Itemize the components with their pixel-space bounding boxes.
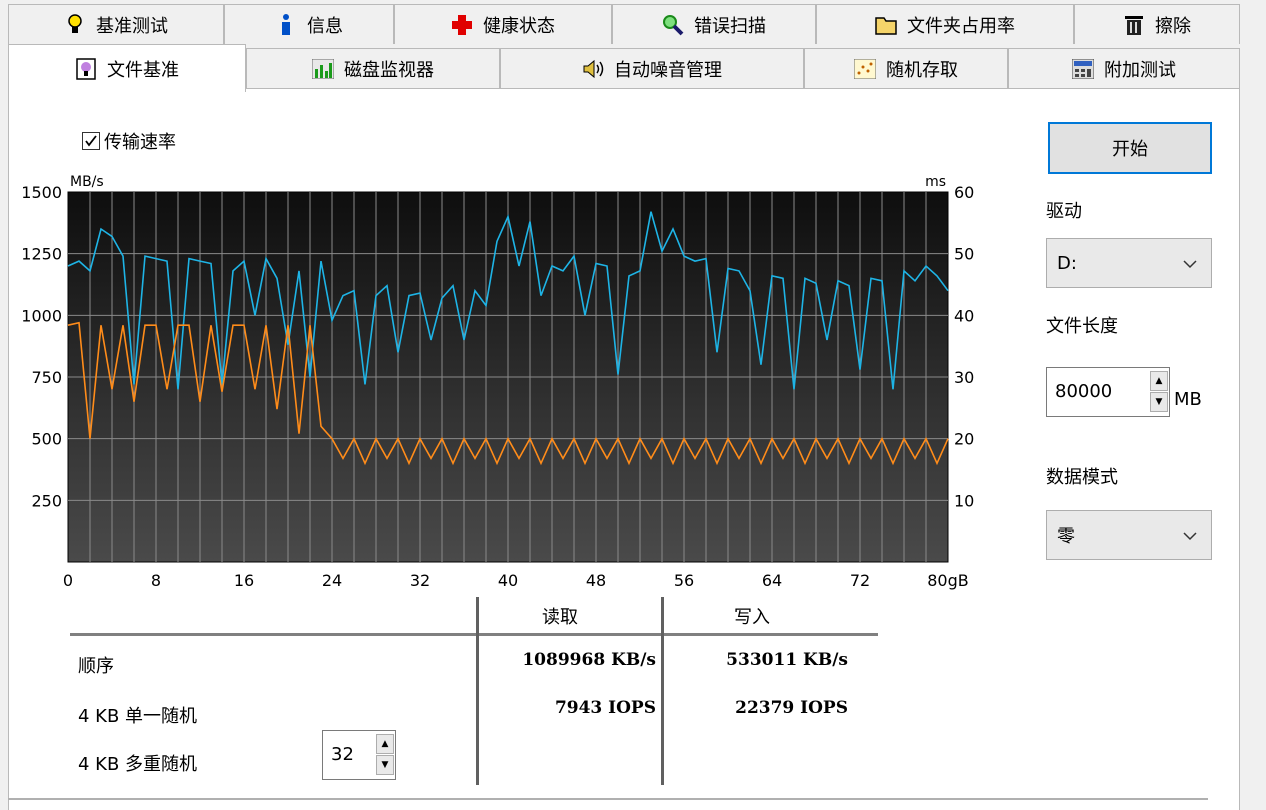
file-length-spinner[interactable]: 80000 ▲ ▼	[1046, 367, 1170, 417]
y-right-tick-label: 40	[954, 306, 974, 325]
tab-error-scan-label: 错误扫描	[694, 15, 766, 37]
row-sequential-write: 533011 KB/s	[726, 650, 848, 670]
file-length-unit: MB	[1174, 389, 1202, 410]
magnifier-icon	[662, 14, 684, 36]
speaker-icon	[582, 58, 604, 80]
row-4k-single-label: 4 KB 单一随机	[78, 706, 198, 727]
tab-random-access[interactable]: 随机存取	[804, 48, 1008, 88]
file-length-value: 80000	[1055, 381, 1113, 402]
tab-noise-management[interactable]: 自动噪音管理	[500, 48, 804, 88]
file-benchmark-icon	[75, 57, 97, 80]
data-mode-value: 零	[1057, 526, 1075, 547]
chevron-down-icon	[1183, 525, 1197, 546]
start-button[interactable]: 开始	[1048, 122, 1212, 174]
arrow-down-icon: ▼	[1155, 397, 1163, 407]
table-header-line	[70, 633, 878, 636]
x-tick-label: 64	[762, 571, 782, 590]
x-tick-label: 24	[322, 571, 342, 590]
tab-disk-monitor[interactable]: 磁盘监视器	[246, 48, 500, 88]
tab-benchmark[interactable]: 基准测试	[8, 4, 224, 44]
row-4k-single-write: 22379 IOPS	[735, 698, 848, 718]
write-column-header: 写入	[734, 607, 770, 628]
tab-erase-label: 擦除	[1155, 15, 1191, 37]
table-divider-1	[476, 597, 479, 785]
tab-folder-usage[interactable]: 文件夹占用率	[816, 4, 1074, 44]
tab-file-benchmark[interactable]: 文件基准	[8, 44, 246, 92]
tab-folder-usage-label: 文件夹占用率	[907, 15, 1015, 37]
file-length-label: 文件长度	[1046, 316, 1118, 337]
tab-health[interactable]: 健康状态	[394, 4, 612, 44]
queue-depth-up-button[interactable]: ▲	[376, 734, 394, 754]
lightbulb-icon	[64, 13, 86, 36]
data-mode-label: 数据模式	[1046, 467, 1118, 488]
arrow-down-icon: ▼	[381, 760, 389, 770]
arrow-up-icon: ▲	[381, 739, 389, 749]
read-column-header: 读取	[542, 607, 578, 628]
y-left-tick-label: 1250	[21, 245, 62, 264]
row-4k-single-read: 7943 IOPS	[554, 698, 656, 718]
tab-error-scan[interactable]: 错误扫描	[612, 4, 816, 44]
tab-info[interactable]: 信息	[224, 4, 394, 44]
table-divider-2	[661, 597, 664, 785]
chevron-down-icon	[1183, 253, 1197, 274]
file-length-up-button[interactable]: ▲	[1150, 371, 1168, 391]
tab-benchmark-label: 基准测试	[96, 15, 168, 37]
drive-value: D:	[1057, 252, 1077, 274]
x-tick-label: 8	[151, 571, 161, 590]
y-right-tick-label: 10	[954, 491, 974, 510]
calculator-icon	[1072, 58, 1094, 80]
queue-depth-down-button[interactable]: ▼	[376, 755, 394, 775]
data-mode-select[interactable]: 零	[1046, 510, 1212, 560]
x-tick-label: 16	[234, 571, 254, 590]
y-left-tick-label: 1500	[21, 183, 62, 202]
tab-noise-management-label: 自动噪音管理	[614, 59, 722, 81]
trash-icon	[1123, 14, 1145, 36]
queue-depth-spinner[interactable]: 32 ▲ ▼	[322, 730, 396, 780]
x-tick-label: 80gB	[927, 571, 969, 590]
y-left-tick-label: 250	[31, 491, 62, 510]
transfer-rate-chart: 1500 1250 1000 750 500 250 60 50 40 30 20 10 MB/s ms 0…	[21, 174, 974, 590]
y-left-tick-label: 750	[31, 368, 62, 387]
transfer-rate-checkbox[interactable]: 传输速率	[82, 128, 176, 154]
y-right-tick-label: 20	[954, 430, 974, 449]
transfer-rate-label: 传输速率	[104, 132, 176, 153]
folder-icon	[875, 14, 897, 36]
drive-select[interactable]: D:	[1046, 238, 1212, 288]
y-right-tick-label: 60	[954, 183, 974, 202]
tab-health-label: 健康状态	[483, 15, 555, 37]
tab-file-benchmark-label: 文件基准	[107, 59, 179, 81]
file-length-down-button[interactable]: ▼	[1150, 392, 1168, 412]
tab-erase[interactable]: 擦除	[1074, 4, 1240, 44]
x-tick-label: 56	[674, 571, 694, 590]
y-right-tick-label: 30	[954, 368, 974, 387]
tab-disk-monitor-label: 磁盘监视器	[344, 59, 434, 81]
tab-extra-tests[interactable]: 附加测试	[1008, 48, 1240, 88]
bar-chart-icon	[312, 58, 334, 80]
drive-label: 驱动	[1046, 201, 1082, 222]
row-sequential-read: 1089968 KB/s	[522, 650, 656, 670]
y-left-axis-label: MB/s	[70, 174, 104, 190]
scatter-icon	[854, 58, 876, 80]
y-right-axis-label: ms	[925, 174, 946, 190]
info-icon	[275, 13, 297, 36]
tab-random-access-label: 随机存取	[886, 59, 958, 81]
x-tick-label: 48	[586, 571, 606, 590]
red-cross-icon	[451, 14, 473, 36]
row-sequential-label: 顺序	[78, 656, 114, 677]
bottom-separator	[8, 798, 1208, 800]
tab-extra-tests-label: 附加测试	[1104, 59, 1176, 81]
x-tick-label: 0	[63, 571, 73, 590]
queue-depth-value: 32	[331, 744, 354, 765]
checkbox-checked-icon	[82, 132, 100, 150]
arrow-up-icon: ▲	[1155, 376, 1163, 386]
y-right-tick-label: 50	[954, 245, 974, 264]
y-left-tick-label: 1000	[21, 306, 62, 325]
x-tick-label: 40	[498, 571, 518, 590]
row-4k-multi-label: 4 KB 多重随机	[78, 754, 198, 775]
x-tick-label: 72	[850, 571, 870, 590]
tab-info-label: 信息	[307, 15, 343, 37]
y-left-tick-label: 500	[31, 430, 62, 449]
x-tick-label: 32	[410, 571, 430, 590]
